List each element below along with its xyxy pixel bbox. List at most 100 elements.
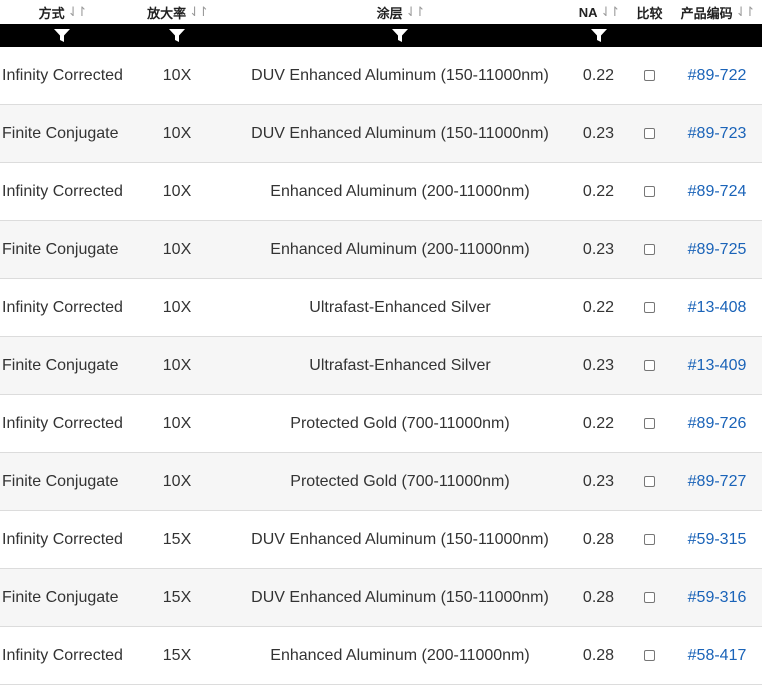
cell-coating: Ultrafast-Enhanced Silver [309, 356, 491, 374]
table-row: Finite Conjugate 10X Protected Gold (700… [0, 453, 762, 511]
cell-magnification: 15X [162, 646, 192, 664]
cell-coating: DUV Enhanced Aluminum (150-11000nm) [251, 588, 549, 606]
cell-na: 0.22 [582, 66, 615, 84]
cell-na: 0.22 [582, 182, 615, 200]
sku-link[interactable]: #89-723 [688, 125, 747, 143]
sku-link[interactable]: #13-408 [688, 299, 747, 317]
cell-compare [627, 534, 672, 545]
cell-sku: #89-727 [672, 473, 762, 491]
sort-icon[interactable]: ⇃↾ [406, 4, 426, 20]
header-method[interactable]: 方式 ⇃↾ [0, 3, 124, 22]
cell-na: 0.22 [582, 414, 615, 432]
cell-compare [627, 418, 672, 429]
compare-checkbox[interactable] [644, 244, 655, 255]
sku-link[interactable]: #89-727 [688, 473, 747, 491]
header-coating[interactable]: 涂层 ⇃↾ [230, 3, 570, 22]
cell-magnification: 10X [162, 66, 192, 84]
cell-coating: Ultrafast-Enhanced Silver [309, 298, 491, 316]
compare-checkbox[interactable] [644, 70, 655, 81]
cell-coating: Enhanced Aluminum (200-11000nm) [270, 646, 530, 664]
sku-link[interactable]: #89-722 [688, 67, 747, 85]
compare-checkbox[interactable] [644, 650, 655, 661]
cell-compare [627, 476, 672, 487]
header-sku[interactable]: 产品编码 ⇃↾ [672, 3, 762, 22]
cell-magnification: 15X [162, 588, 192, 606]
cell-na: 0.23 [582, 356, 615, 374]
sku-link[interactable]: #89-726 [688, 415, 747, 433]
sku-link[interactable]: #13-409 [688, 357, 747, 375]
header-magnification-label: 放大率 [147, 5, 187, 21]
table-row: Infinity Corrected 10X DUV Enhanced Alum… [0, 47, 762, 105]
table-row: Infinity Corrected 10X Protected Gold (7… [0, 395, 762, 453]
compare-checkbox[interactable] [644, 302, 655, 313]
cell-sku: #13-408 [672, 299, 762, 317]
filter-method[interactable] [0, 24, 124, 47]
header-magnification[interactable]: 放大率 ⇃↾ [124, 3, 230, 22]
cell-coating: DUV Enhanced Aluminum (150-11000nm) [251, 66, 549, 84]
header-na-label: NA [578, 4, 598, 20]
filter-sku-empty [672, 24, 762, 47]
table-row: Finite Conjugate 10X Ultrafast-Enhanced … [0, 337, 762, 395]
sku-link[interactable]: #89-725 [688, 241, 747, 259]
table-row: Finite Conjugate 10X DUV Enhanced Alumin… [0, 105, 762, 163]
header-coating-label: 涂层 [376, 5, 403, 21]
cell-method: Infinity Corrected [2, 646, 123, 664]
sku-link[interactable]: #59-315 [688, 531, 747, 549]
filter-bar [0, 24, 762, 47]
sort-icon[interactable]: ⇃↾ [189, 4, 209, 20]
cell-magnification: 10X [162, 182, 192, 200]
compare-checkbox[interactable] [644, 360, 655, 371]
sku-link[interactable]: #59-316 [688, 589, 747, 607]
cell-method: Finite Conjugate [2, 124, 119, 142]
cell-method: Finite Conjugate [2, 588, 119, 606]
compare-checkbox[interactable] [644, 476, 655, 487]
funnel-icon[interactable] [590, 28, 607, 43]
cell-sku: #89-723 [672, 125, 762, 143]
cell-sku: #89-722 [672, 67, 762, 85]
cell-coating: Protected Gold (700-11000nm) [290, 472, 510, 490]
table-row: Infinity Corrected 15X DUV Enhanced Alum… [0, 511, 762, 569]
product-table: 方式 ⇃↾ 放大率 ⇃↾ 涂层 ⇃↾ NA ⇃↾ 比较 产品编码 ⇃↾ Infi… [0, 0, 762, 685]
funnel-icon[interactable] [392, 28, 408, 43]
compare-checkbox[interactable] [644, 128, 655, 139]
filter-coating[interactable] [230, 24, 570, 47]
sku-link[interactable]: #58-417 [688, 647, 747, 665]
sort-icon[interactable]: ⇃↾ [600, 4, 620, 20]
cell-compare [627, 128, 672, 139]
cell-method: Finite Conjugate [2, 472, 119, 490]
sort-icon[interactable]: ⇃↾ [68, 4, 88, 20]
funnel-icon[interactable] [54, 28, 70, 43]
filter-compare-empty [627, 24, 672, 47]
sku-link[interactable]: #89-724 [688, 183, 747, 201]
cell-method: Infinity Corrected [2, 414, 123, 432]
table-row: Infinity Corrected 10X Ultrafast-Enhance… [0, 279, 762, 337]
header-compare: 比较 [627, 3, 672, 22]
cell-na: 0.22 [582, 298, 615, 316]
compare-checkbox[interactable] [644, 418, 655, 429]
cell-na: 0.28 [582, 588, 615, 606]
table-row: Infinity Corrected 10X Enhanced Aluminum… [0, 163, 762, 221]
cell-sku: #59-315 [672, 531, 762, 549]
header-method-label: 方式 [38, 5, 65, 21]
table-header: 方式 ⇃↾ 放大率 ⇃↾ 涂层 ⇃↾ NA ⇃↾ 比较 产品编码 ⇃↾ [0, 0, 762, 24]
cell-na: 0.28 [582, 530, 615, 548]
funnel-icon[interactable] [169, 28, 185, 43]
table-body: Infinity Corrected 10X DUV Enhanced Alum… [0, 47, 762, 685]
cell-method: Finite Conjugate [2, 356, 119, 374]
compare-checkbox[interactable] [644, 534, 655, 545]
cell-coating: DUV Enhanced Aluminum (150-11000nm) [251, 124, 549, 142]
cell-compare [627, 650, 672, 661]
compare-checkbox[interactable] [644, 592, 655, 603]
filter-na[interactable] [570, 24, 627, 47]
compare-checkbox[interactable] [644, 186, 655, 197]
cell-coating: DUV Enhanced Aluminum (150-11000nm) [251, 530, 549, 548]
sort-icon[interactable]: ⇃↾ [736, 4, 756, 20]
cell-coating: Enhanced Aluminum (200-11000nm) [270, 182, 530, 200]
filter-magnification[interactable] [124, 24, 230, 47]
cell-magnification: 10X [162, 124, 192, 142]
cell-sku: #13-409 [672, 357, 762, 375]
cell-method: Infinity Corrected [2, 66, 123, 84]
header-na[interactable]: NA ⇃↾ [570, 4, 627, 20]
cell-sku: #89-724 [672, 183, 762, 201]
cell-magnification: 10X [162, 472, 192, 490]
